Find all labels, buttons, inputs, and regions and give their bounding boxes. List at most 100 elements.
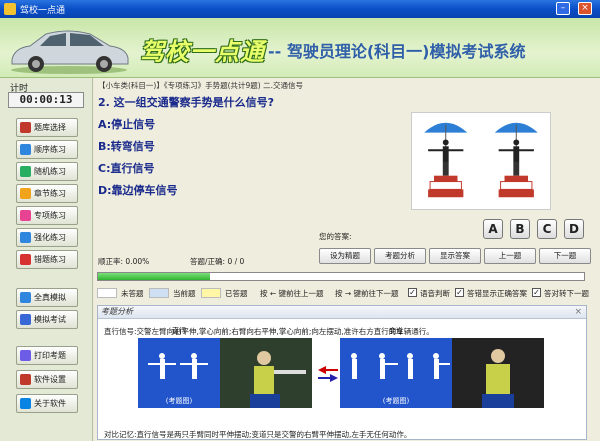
timer-display: 00:00:13 [8, 92, 84, 108]
sidebar-item-label: 软件设置 [34, 375, 66, 384]
show-correct-checkbox[interactable]: ✓ [455, 288, 464, 297]
exam-icon [20, 314, 31, 325]
sidebar-item-label: 强化练习 [34, 233, 66, 242]
voice-judge-label: 语音判断 [420, 289, 450, 298]
option-c[interactable]: C:直行信号 [98, 160, 154, 176]
sidebar-item-chapter-practice[interactable]: 章节练习 [16, 184, 78, 203]
sidebar-item-print-questions[interactable]: 打印考题 [16, 346, 78, 365]
lane-change-label: 变道 [389, 327, 403, 335]
sidebar-item-label: 题库选择 [34, 123, 66, 132]
accuracy-rate: 顺正率: 0.00% [98, 257, 150, 266]
sidebar-item-label: 章节练习 [34, 189, 66, 198]
sidebar-item-intensive-practice[interactable]: 强化练习 [16, 228, 78, 247]
analysis-header: 考题分析 × [98, 306, 586, 319]
minimize-button[interactable]: – [556, 2, 570, 15]
grid-icon [20, 292, 31, 303]
sidebar-item-special-practice[interactable]: 专项练习 [16, 206, 78, 225]
analysis-panel: 考题分析 × 直行信号:交警左臂向右平伸,掌心向前;右臂向右平伸,掌心向前;向左… [97, 305, 587, 440]
option-a[interactable]: A:停止信号 [98, 116, 155, 132]
sidebar-item-label: 关于软件 [34, 399, 66, 408]
title-bar: 驾校一点通 – × [0, 0, 600, 18]
straight-label: 直行 [172, 327, 186, 335]
close-button[interactable]: × [578, 2, 592, 15]
progress-fill [98, 273, 210, 280]
app-subtitle: -- 驾驶员理论(科目一)模拟考试系统 [268, 42, 526, 61]
list-icon [20, 144, 31, 155]
sidebar-item-about[interactable]: 关于软件 [16, 394, 78, 413]
next-question-button[interactable]: 下一题 [539, 248, 591, 264]
flag-icon [20, 254, 31, 265]
wrench-icon [20, 374, 31, 385]
your-answer-label: 您的答案: [319, 232, 352, 241]
sidebar-item-label: 打印考题 [34, 351, 66, 360]
answered-swatch [201, 288, 221, 298]
question-analysis-button[interactable]: 考题分析 [374, 248, 426, 264]
banner: 驾校一点通 -- 驾驶员理论(科目一)模拟考试系统 [0, 18, 600, 78]
current-label: 当前题 [173, 289, 196, 298]
sidebar-item-wrong-questions[interactable]: 错题练习 [16, 250, 78, 269]
sidebar-item-settings[interactable]: 软件设置 [16, 370, 78, 389]
checklist-icon [20, 210, 31, 221]
sidebar-item-label: 随机练习 [34, 167, 66, 176]
document-icon [20, 232, 31, 243]
printer-icon [20, 350, 31, 361]
answer-c-button[interactable]: C [537, 219, 557, 239]
shuffle-icon [20, 166, 31, 177]
main-panel: 【小车类(科目一)】《专项练习》手势题(共计9题) 二.交通信号 2. 这一组交… [94, 78, 600, 441]
mark-question-button[interactable]: 设为精题 [319, 248, 371, 264]
sidebar-item-label: 顺序练习 [34, 145, 66, 154]
close-icon[interactable]: × [574, 306, 582, 318]
unanswered-swatch [97, 288, 117, 298]
sidebar-item-label: 错题练习 [34, 255, 66, 264]
sidebar-item-sequential-practice[interactable]: 顺序练习 [16, 140, 78, 159]
lane-change-photo [452, 338, 544, 408]
sidebar-item-label: 专项练习 [34, 211, 66, 220]
sidebar-item-full-simulation[interactable]: 全真模拟 [16, 288, 78, 307]
answer-a-button[interactable]: A [483, 219, 503, 239]
unanswered-label: 未答题 [121, 289, 144, 298]
straight-signal-figure: 直行 (考题图) [138, 327, 220, 408]
answered-label: 已答题 [225, 289, 248, 298]
prev-question-button[interactable]: 上一题 [484, 248, 536, 264]
compare-arrows-icon [318, 366, 338, 382]
figure-caption-left: (考题图) [165, 397, 193, 405]
answer-d-button[interactable]: D [564, 219, 584, 239]
lane-change-signal-figure: 变道 (考题图) [340, 327, 452, 408]
auto-next-label: 答对转下一题 [544, 289, 589, 298]
sidebar-item-question-bank[interactable]: 题库选择 [16, 118, 78, 137]
answer-b-button[interactable]: B [510, 219, 530, 239]
question-text: 2. 这一组交通警察手势是什么信号? [98, 96, 275, 109]
option-b[interactable]: B:转弯信号 [98, 138, 155, 154]
app-icon [4, 3, 16, 15]
show-correct-label: 答错显示正确答案 [467, 289, 527, 298]
breadcrumb: 【小车类(科目一)】《专项练习》手势题(共计9题) 二.交通信号 [98, 81, 303, 90]
show-answer-button[interactable]: 显示答案 [429, 248, 481, 264]
sidebar-item-mock-exam[interactable]: 模拟考试 [16, 310, 78, 329]
police-photo-left-icon [220, 338, 312, 408]
legend-row: 未答题 当前题 已答题 按 ← 键前往上一题 按 → 键前往下一题 ✓ 语音判断… [97, 286, 589, 300]
current-swatch [149, 288, 169, 298]
sidebar-item-label: 模拟考试 [34, 315, 66, 324]
memory-tip: 对比记忆:直行信号是两只手臂同时平伸摆动;变道只是交警的右臂平伸摆动,左手无任何… [104, 430, 412, 439]
prev-key-hint: 按 ← 键前往上一题 [260, 289, 324, 298]
car-logo-icon [11, 30, 129, 74]
info-icon [20, 398, 31, 409]
sidebar: 计时 00:00:13 题库选择 顺序练习 随机练习 章节练习 专项练习 强化练… [0, 78, 93, 441]
answered-correct-count: 答题/正确: 0 / 0 [190, 257, 245, 266]
option-d[interactable]: D:靠边停车信号 [98, 182, 178, 198]
sidebar-item-random-practice[interactable]: 随机练习 [16, 162, 78, 181]
figure-caption-right: (考题图) [382, 397, 410, 405]
window-title: 驾校一点通 [20, 6, 66, 16]
straight-photo [220, 338, 312, 408]
question-bank-icon [20, 122, 31, 133]
auto-next-checkbox[interactable]: ✓ [532, 288, 541, 297]
progress-bar [97, 272, 585, 281]
voice-judge-checkbox[interactable]: ✓ [408, 288, 417, 297]
analysis-title: 考题分析 [101, 307, 133, 316]
sidebar-item-label: 全真模拟 [34, 293, 66, 302]
next-key-hint: 按 → 键前往下一题 [335, 289, 399, 298]
folder-icon [20, 188, 31, 199]
police-photo-right-icon [452, 338, 544, 408]
brand-logo-text: 驾校一点通 [140, 38, 265, 66]
police-signal-image [411, 112, 551, 210]
